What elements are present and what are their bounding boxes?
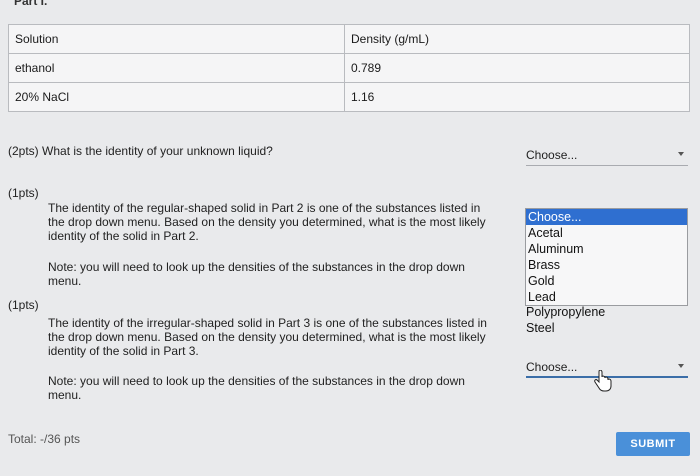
question-2-dropdown-list[interactable]: Choose... Acetal Aluminum Brass Gold Lea… [525, 208, 688, 306]
question-3-points: (1pts) [8, 298, 39, 312]
question-1-select[interactable]: Choose... [526, 144, 688, 166]
question-1-text: What is the identity of your unknown liq… [42, 144, 273, 158]
dropdown-option[interactable]: Lead [526, 289, 687, 305]
question-2-line: the drop down menu. Based on the density… [48, 215, 486, 229]
part-heading: Part I. [14, 0, 48, 8]
dropdown-option[interactable]: Gold [526, 273, 687, 289]
chevron-down-icon [678, 364, 684, 368]
chevron-down-icon [678, 152, 684, 156]
table-header-cell: Density (g/mL) [344, 24, 690, 54]
submit-button[interactable]: SUBMIT [616, 432, 690, 456]
table-cell: 0.789 [344, 53, 690, 83]
question-3-note: Note: you will need to look up the densi… [48, 374, 465, 402]
table-cell: 1.16 [344, 82, 690, 112]
question-2-note: Note: you will need to look up the densi… [48, 260, 465, 288]
density-table: Solution Density (g/mL) ethanol 0.789 20… [8, 24, 690, 112]
question-2-note-line: Note: you will need to look up the densi… [48, 260, 465, 274]
question-2-line: identity of the solid in Part 2. [48, 229, 199, 243]
total-points: Total: -/36 pts [8, 432, 81, 446]
question-3-text: The identity of the irregular-shaped sol… [48, 316, 487, 358]
table-cell: 20% NaCl [8, 82, 345, 112]
question-3-note-line: menu. [48, 388, 82, 402]
table-row: 20% NaCl 1.16 [8, 82, 690, 112]
table-row: ethanol 0.789 [8, 53, 690, 83]
question-3-line: The identity of the irregular-shaped sol… [48, 316, 487, 330]
question-1: (2pts) What is the identity of your unkn… [8, 144, 273, 158]
question-2-text: The identity of the regular-shaped solid… [48, 201, 486, 243]
question-1-points: (2pts) [8, 144, 39, 158]
table-header-row: Solution Density (g/mL) [8, 24, 690, 54]
table-header-cell: Solution [8, 24, 345, 54]
question-3-line: identity of the solid in Part 3. [48, 344, 199, 358]
question-2-note-line: menu. [48, 274, 82, 288]
dropdown-option[interactable]: Steel [526, 320, 605, 336]
question-2-points: (1pts) [8, 186, 39, 200]
dropdown-option[interactable]: Acetal [526, 225, 687, 241]
question-1-select-value: Choose... [526, 148, 578, 162]
dropdown-option[interactable]: Polypropylene [526, 304, 605, 320]
table-cell: ethanol [8, 53, 345, 83]
dropdown-overflow-options: Polypropylene Steel [526, 304, 605, 336]
dropdown-option[interactable]: Brass [526, 257, 687, 273]
question-3-note-line: Note: you will need to look up the densi… [48, 374, 465, 388]
dropdown-option[interactable]: Aluminum [526, 241, 687, 257]
question-3-select-value: Choose... [526, 360, 578, 374]
question-3-line: the drop down menu. Based on the density… [48, 330, 486, 344]
question-2-line: The identity of the regular-shaped solid… [48, 201, 481, 215]
hand-pointer-icon [594, 370, 612, 392]
dropdown-option[interactable]: Choose... [526, 209, 687, 225]
